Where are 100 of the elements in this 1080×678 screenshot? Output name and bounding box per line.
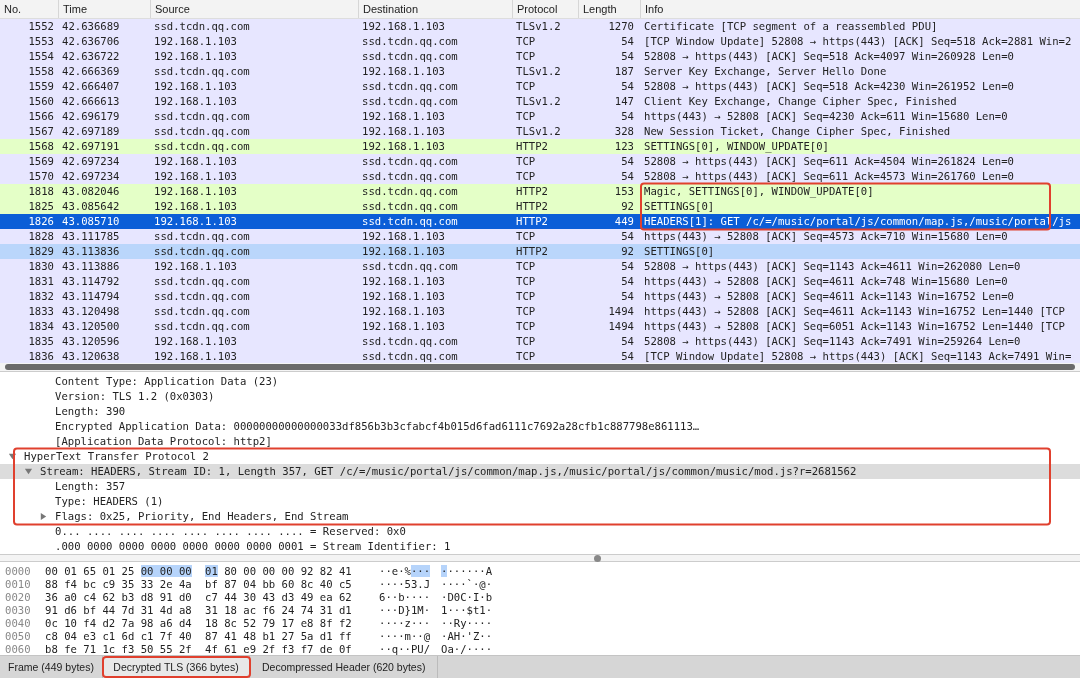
table-cell-text: 54 (620, 334, 635, 349)
packet-row[interactable]: 1829 43.113836 ssd.tcdn.qq.com 192.168.1.103 HTTP2 92 SETTINGS[0] (0, 244, 1080, 259)
detail-line[interactable]: Encrypted Application Data: 00000000000000033df856b3b3cfabcf4b015d6fad6111c7692a28cfb1c887798e861113… (55, 419, 700, 434)
table-cell-text: TCP (515, 154, 537, 169)
detail-line[interactable]: Length: 390 (55, 404, 126, 419)
hex-bytes: 31 18 ac f6 24 74 31 d1 (205, 604, 353, 617)
offset-label: 0020 (4, 591, 32, 604)
packet-row[interactable]: 1830 43.113886 192.168.1.103 ssd.tcdn.qq.com TCP 54 52808 → https(443) [ACK] Seq=1143 Ack=4611 Win=262080 Len=0 (0, 259, 1080, 274)
packet-row[interactable]: 1831 43.114792 ssd.tcdn.qq.com 192.168.1.103 TCP 54 https(443) → 52808 [ACK] Seq=4611 Ack=748 Win=15680 Len=0 (0, 274, 1080, 289)
packet-row[interactable]: 1552 42.636689 ssd.tcdn.qq.com 192.168.1.103 TLSv1.2 1270 Certificate [TCP segment of a reassembled PDU] (0, 19, 1080, 34)
table-cell-text: 192.168.1.103 (153, 94, 238, 109)
table-cell-text: 43.082046 (61, 184, 121, 199)
table-cell-text: 54 (620, 154, 635, 169)
table-cell-text: Magic, SETTINGS[0], WINDOW_UPDATE[0] (643, 184, 875, 199)
table-cell-text: https(443) → 52808 [ACK] Seq=4230 Ack=611 Win=15680 Len=0 (643, 109, 1009, 124)
table-cell-text: 192.168.1.103 (153, 79, 238, 94)
table-cell-text: 192.168.1.103 (153, 349, 238, 363)
hex-bytes: 36 a0 c4 62 b3 d8 91 d0 (45, 591, 193, 604)
detail-line[interactable]: Length: 357 (55, 479, 126, 494)
column-header[interactable]: No. (0, 0, 58, 18)
table-cell-text: HTTP2 (515, 244, 549, 259)
packet-row[interactable]: 1818 43.082046 192.168.1.103 ssd.tcdn.qq.com HTTP2 153 Magic, SETTINGS[0], WINDOW_UPDATE[0] (0, 184, 1080, 199)
table-cell-text: 43.113836 (61, 244, 121, 259)
column-header[interactable]: Length (578, 0, 640, 18)
table-cell-text: 42.636706 (61, 34, 121, 49)
table-cell-text: 43.085710 (61, 214, 121, 229)
detail-line: HyperText Transfer Protocol 2 (24, 449, 209, 464)
table-cell-text: 52808 → https(443) [ACK] Seq=518 Ack=4230 Win=261952 Len=0 (643, 79, 1015, 94)
packet-row[interactable]: 1559 42.666407 192.168.1.103 ssd.tcdn.qq.com TCP 54 52808 → https(443) [ACK] Seq=518 Ack=4230 Win=261952 Len=0 (0, 79, 1080, 94)
table-cell-text: ssd.tcdn.qq.com (361, 259, 459, 274)
table-cell-text: 1834 (27, 319, 55, 334)
packet-row[interactable]: 1554 42.636722 192.168.1.103 ssd.tcdn.qq.com TCP 54 52808 → https(443) [ACK] Seq=518 Ack=4097 Win=260928 Len=0 (0, 49, 1080, 64)
table-cell-text: 192.168.1.103 (361, 304, 446, 319)
packet-row[interactable]: 1566 42.696179 ssd.tcdn.qq.com 192.168.1.103 TCP 54 https(443) → 52808 [ACK] Seq=4230 Ack=611 Win=15680 Len=0 (0, 109, 1080, 124)
detail-line[interactable]: .000 0000 0000 0000 0000 0000 0000 0001 = Stream Identifier: 1 (55, 539, 451, 554)
table-cell-text: 1558 (27, 64, 55, 79)
tree-row[interactable]: HyperText Transfer Protocol 2 (0, 449, 1080, 464)
column-header[interactable]: Info (640, 0, 1080, 18)
table-cell-text: 192.168.1.103 (153, 214, 238, 229)
packet-row[interactable]: 1835 43.120596 192.168.1.103 ssd.tcdn.qq.com TCP 54 52808 → https(443) [ACK] Seq=1143 Ack=7491 Win=259264 Len=0 (0, 334, 1080, 349)
table-cell-text: TCP (515, 319, 537, 334)
packet-row[interactable]: 1832 43.114794 ssd.tcdn.qq.com 192.168.1.103 TCP 54 https(443) → 52808 [ACK] Seq=4611 Ack=1143 Win=16752 Len=0 (0, 289, 1080, 304)
disclosure-triangle-icon[interactable] (39, 512, 48, 521)
table-cell-text: 1835 (27, 334, 55, 349)
tree-row[interactable]: Stream: HEADERS, Stream ID: 1, Length 357, GET /c/=/music/portal/js/common/map.js,/music/portal/js/common/music/mod.js?r=2681562 (0, 464, 1080, 479)
offset-label: 0050 (4, 630, 32, 643)
ascii-bytes: ····z··· (379, 617, 432, 630)
packet-row[interactable]: 1833 43.120498 ssd.tcdn.qq.com 192.168.1.103 TCP 1494 https(443) → 52808 [ACK] Seq=4611 Ack=1143 Win=16752 Len=1440 [TCP (0, 304, 1080, 319)
detail-line[interactable]: 0... .... .... .... .... .... .... .... = Reserved: 0x0 (55, 524, 406, 539)
table-cell-text: 1836 (27, 349, 55, 363)
table-cell-text: 43.120638 (61, 349, 121, 363)
detail-line[interactable]: Version: TLS 1.2 (0x0303) (55, 389, 215, 404)
hex-bytes: bf 87 04 bb 60 8c 40 c5 (205, 578, 353, 591)
table-cell-text: 54 (620, 229, 635, 244)
table-cell-text: 192.168.1.103 (361, 229, 446, 244)
detail-line[interactable]: [Application Data Protocol: http2] (55, 434, 272, 449)
detail-line[interactable]: Flags: 0x25, Priority, End Headers, End Stream (55, 509, 349, 524)
table-cell-text: ssd.tcdn.qq.com (153, 319, 251, 334)
table-cell-text: 192.168.1.103 (153, 154, 238, 169)
table-cell-text: 192.168.1.103 (361, 139, 446, 154)
packet-row[interactable]: 1570 42.697234 192.168.1.103 ssd.tcdn.qq.com TCP 54 52808 → https(443) [ACK] Seq=611 Ack=4573 Win=261760 Len=0 (0, 169, 1080, 184)
ascii-bytes: Oa·/···· (441, 643, 494, 656)
packet-row[interactable]: 1553 42.636706 192.168.1.103 ssd.tcdn.qq.com TCP 54 [TCP Window Update] 52808 → https(443) [ACK] Seq=518 Ack=2881 Win=2 (0, 34, 1080, 49)
scrollbar-thumb[interactable] (5, 364, 1075, 370)
column-header[interactable]: Destination (358, 0, 512, 18)
table-cell-text: 54 (620, 49, 635, 64)
table-cell-text: TCP (515, 79, 537, 94)
packet-row[interactable]: 1567 42.697189 ssd.tcdn.qq.com 192.168.1.103 TLSv1.2 328 New Session Ticket, Change Cipher Spec, Finished (0, 124, 1080, 139)
detail-line[interactable]: Type: HEADERS (1) (55, 494, 164, 509)
hex-bytes: 91 d6 bf 44 7d 31 4d a8 (45, 604, 193, 617)
table-cell-text: 192.168.1.103 (361, 274, 446, 289)
table-cell-text: 43.114792 (61, 274, 121, 289)
packet-row[interactable]: 1828 43.111785 ssd.tcdn.qq.com 192.168.1.103 TCP 54 https(443) → 52808 [ACK] Seq=4573 Ack=710 Win=15680 Len=0 (0, 229, 1080, 244)
table-cell-text: 54 (620, 349, 635, 363)
packet-row[interactable]: 1825 43.085642 192.168.1.103 ssd.tcdn.qq.com HTTP2 92 SETTINGS[0] (0, 199, 1080, 214)
column-header[interactable]: Protocol (512, 0, 578, 18)
packet-row[interactable]: 1569 42.697234 192.168.1.103 ssd.tcdn.qq.com TCP 54 52808 → https(443) [ACK] Seq=611 Ack=4504 Win=261824 Len=0 (0, 154, 1080, 169)
table-cell-text: TCP (515, 304, 537, 319)
packet-row[interactable]: 1558 42.666369 ssd.tcdn.qq.com 192.168.1.103 TLSv1.2 187 Server Key Exchange, Server Hello Done (0, 64, 1080, 79)
table-cell-text: HTTP2 (515, 214, 549, 229)
splitter-handle[interactable] (594, 554, 601, 562)
packet-row[interactable]: 1836 43.120638 192.168.1.103 ssd.tcdn.qq.com TCP 54 [TCP Window Update] 52808 → https(443) [ACK] Seq=1143 Ack=7491 Win= (0, 349, 1080, 363)
ascii-bytes: ····53.J (379, 578, 432, 591)
hex-bytes: 4f 61 e9 2f f3 f7 de 0f (205, 643, 353, 656)
table-cell-text: TCP (515, 259, 537, 274)
table-cell-text: 192.168.1.103 (153, 334, 238, 349)
detail-line[interactable]: Content Type: Application Data (23) (55, 374, 279, 389)
packet-row[interactable]: 1568 42.697191 ssd.tcdn.qq.com 192.168.1.103 HTTP2 123 SETTINGS[0], WINDOW_UPDATE[0] (0, 139, 1080, 154)
column-header[interactable]: Source (150, 0, 358, 18)
table-cell-text: https(443) → 52808 [ACK] Seq=4611 Ack=748 Win=15680 Len=0 (643, 274, 1009, 289)
packet-row[interactable]: 1560 42.666613 192.168.1.103 ssd.tcdn.qq.com TLSv1.2 147 Client Key Exchange, Change Cipher Spec, Finished (0, 94, 1080, 109)
table-cell-text: 1568 (27, 139, 55, 154)
table-cell-text: 192.168.1.103 (153, 199, 238, 214)
table-cell-text: ssd.tcdn.qq.com (153, 109, 251, 124)
packet-row[interactable]: 1834 43.120500 ssd.tcdn.qq.com 192.168.1.103 TCP 1494 https(443) → 52808 [ACK] Seq=6051 Ack=1143 Win=16752 Len=1440 [TCP (0, 319, 1080, 334)
column-header[interactable]: Time (58, 0, 150, 18)
ascii-bytes: ·AH·'Z·· (441, 630, 494, 643)
table-cell-text: TLSv1.2 (515, 64, 562, 79)
table-cell-text: Client Key Exchange, Change Cipher Spec, Finished (643, 94, 958, 109)
ascii-bytes: ··q··PU/ (379, 643, 432, 656)
